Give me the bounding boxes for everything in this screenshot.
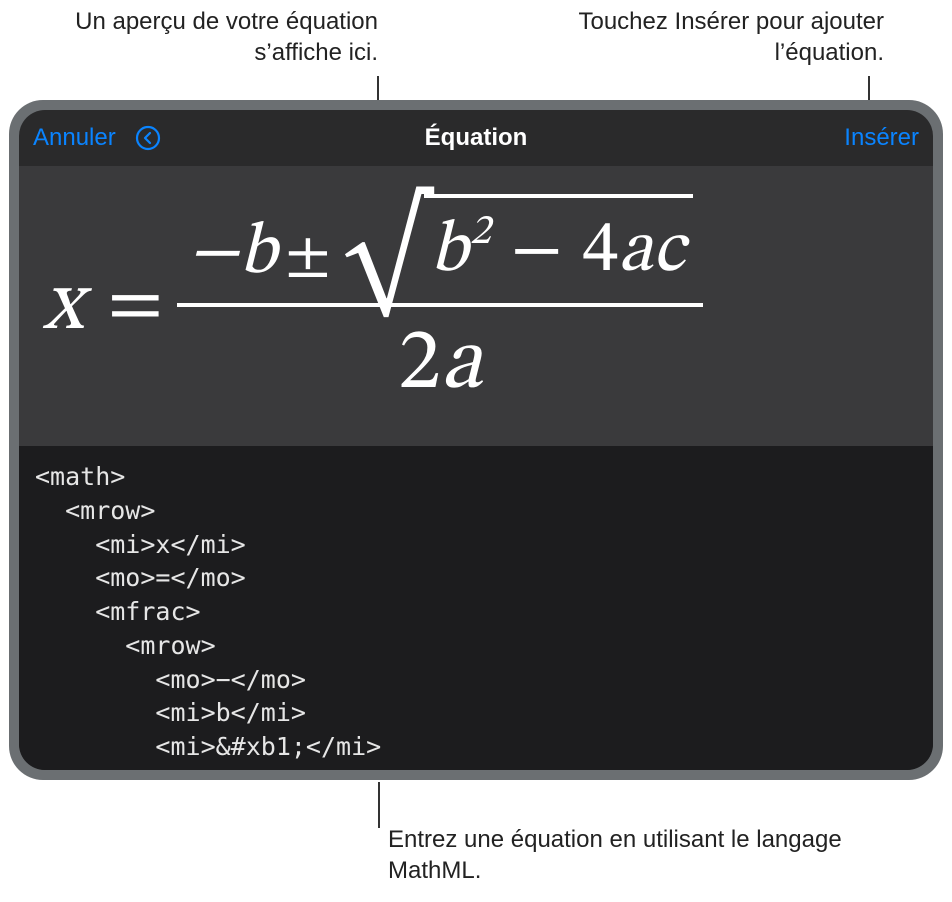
equation-dialog-frame: Annuler Équation Insérer x = − [9,100,943,780]
toolbar: Annuler Équation Insérer [19,110,933,166]
callout-preview: Un aperçu de votre équation s’affiche ic… [18,6,378,68]
callout-line [378,782,380,828]
radical-icon: √ [343,222,430,299]
eq-den-a: a [441,311,482,419]
eq-plusminus: ± [277,219,339,299]
cancel-button[interactable]: Annuler [33,124,116,152]
eq-rad-minus: − [511,207,563,297]
eq-rad-4: 4 [583,207,619,297]
eq-sqrt: √ b 2 − 4 a c [343,194,693,299]
eq-rad-c: c [653,207,685,297]
callout-editor: Entrez une équation en utilisant le lang… [388,824,908,886]
eq-equals: = [107,257,163,355]
eq-fraction: − b ± √ b 2 − 4 a [177,194,702,419]
eq-lhs: x [43,254,83,359]
equation-preview: x = − b ± √ b 2 − [19,166,933,446]
eq-den-2: 2 [398,311,441,419]
mathml-editor[interactable]: <math> <mrow> <mi>x</mi> <mo>=</mo> <mfr… [19,446,933,770]
undo-icon[interactable] [134,124,162,152]
eq-num-b: b [239,209,277,299]
eq-rad-a: a [618,207,653,297]
insert-button[interactable]: Insérer [844,124,919,152]
eq-num-minus: − [187,209,239,299]
equation-dialog: Annuler Équation Insérer x = − [19,110,933,770]
eq-rad-b: b [430,207,468,297]
callout-insert: Touchez Insérer pour ajouter l’équation. [544,6,884,68]
eq-rad-exp: 2 [470,206,491,259]
